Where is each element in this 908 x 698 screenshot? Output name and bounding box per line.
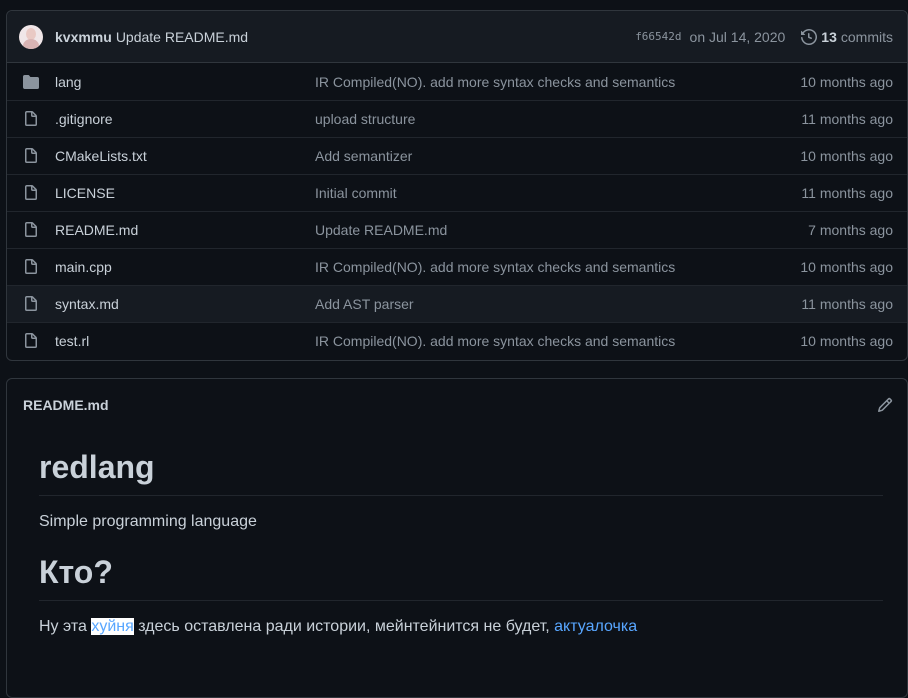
file-commit-message[interactable]: Add semantizer [315,148,800,164]
file-age: 10 months ago [800,73,893,90]
file-age: 11 months ago [801,296,893,312]
file-age: 10 months ago [800,259,893,275]
latest-commit-bar: kvxmmu Update README.md f66542d on Jul 1… [7,11,907,63]
folder-icon [23,74,39,89]
file-name[interactable]: CMakeLists.txt [55,148,315,164]
file-age: 10 months ago [800,333,893,349]
commits-label: commits [840,28,893,45]
readme-intro: Simple programming language [39,513,257,530]
file-row[interactable]: .gitignore upload structure 11 months ago [7,100,907,137]
file-icon [25,185,37,200]
file-icon [25,296,37,311]
file-commit-message[interactable]: Update README.md [315,222,808,238]
avatar[interactable] [19,24,43,49]
file-row[interactable]: CMakeLists.txt Add semantizer 10 months ag… [7,137,907,174]
commit-author[interactable]: kvxmmu [55,29,112,45]
commits-link[interactable]: 13 commits [801,29,893,45]
paragraph-text-middle: здесь оставлена ради истории, мейнтейнит… [133,618,555,635]
readme-title[interactable]: README.md [23,397,109,413]
file-row[interactable]: lang IR Compiled(NO). add more syntax che… [7,63,907,100]
file-name[interactable]: lang [55,74,315,90]
file-name[interactable]: test.rl [55,333,315,349]
file-row[interactable]: main.cpp IR Compiled(NO). add more syntax… [7,248,907,285]
file-name[interactable]: syntax.md [55,296,315,312]
readme-article: redlang Simple programming language Кто?… [7,447,907,637]
file-commit-message[interactable]: Initial commit [315,185,801,201]
file-row[interactable]: README.md Update README.md 7 months ago [7,211,907,248]
file-list: lang IR Compiled(NO). add more syntax che… [7,63,907,359]
file-commit-message[interactable]: Add AST parser [315,296,801,312]
file-icon [25,259,37,274]
file-commit-message[interactable]: IR Compiled(NO). add more syntax checks … [315,333,800,349]
readme-panel: README.md redlang Simple programming lan… [6,378,908,698]
paragraph-text-start: Ну эта [39,618,92,635]
file-commit-message[interactable]: upload structure [315,111,801,127]
file-browser: kvxmmu Update README.md f66542d on Jul 1… [6,10,908,361]
commit-message[interactable]: Update README.md [116,29,248,45]
file-commit-message[interactable]: IR Compiled(NO). add more syntax checks … [315,259,800,275]
file-row[interactable]: syntax.md Add AST parser 11 months ago [7,285,907,322]
file-icon [25,333,37,348]
file-name[interactable]: README.md [55,222,315,238]
file-age: 11 months ago [801,185,893,201]
file-icon [25,148,37,163]
file-name[interactable]: LICENSE [55,185,315,201]
file-row[interactable]: test.rl IR Compiled(NO). add more syntax … [7,322,907,359]
commit-date: on Jul 14, 2020 [689,28,786,45]
commit-count: 13 [821,28,837,45]
file-commit-message[interactable]: IR Compiled(NO). add more syntax checks … [315,74,800,90]
file-age: 7 months ago [808,222,893,238]
selected-text: хуйня [91,618,134,635]
file-icon [25,111,37,126]
pencil-icon[interactable] [877,397,893,413]
readme-header: README.md [7,379,907,431]
readme-paragraph: Ну эта хуйня здесь оставлена ради истори… [39,617,883,637]
file-age: 11 months ago [801,111,893,127]
actual-repo-link[interactable]: актуалочка [554,618,637,635]
commit-sha[interactable]: f66542d [635,30,681,43]
readme-heading-2: Кто? [39,552,883,601]
readme-heading-1: redlang [39,447,883,496]
file-name[interactable]: main.cpp [55,259,315,275]
file-row[interactable]: LICENSE Initial commit 11 months ago [7,174,907,211]
file-icon [25,222,37,237]
file-age: 10 months ago [800,148,893,164]
history-icon [801,28,818,45]
file-name[interactable]: .gitignore [55,111,315,127]
